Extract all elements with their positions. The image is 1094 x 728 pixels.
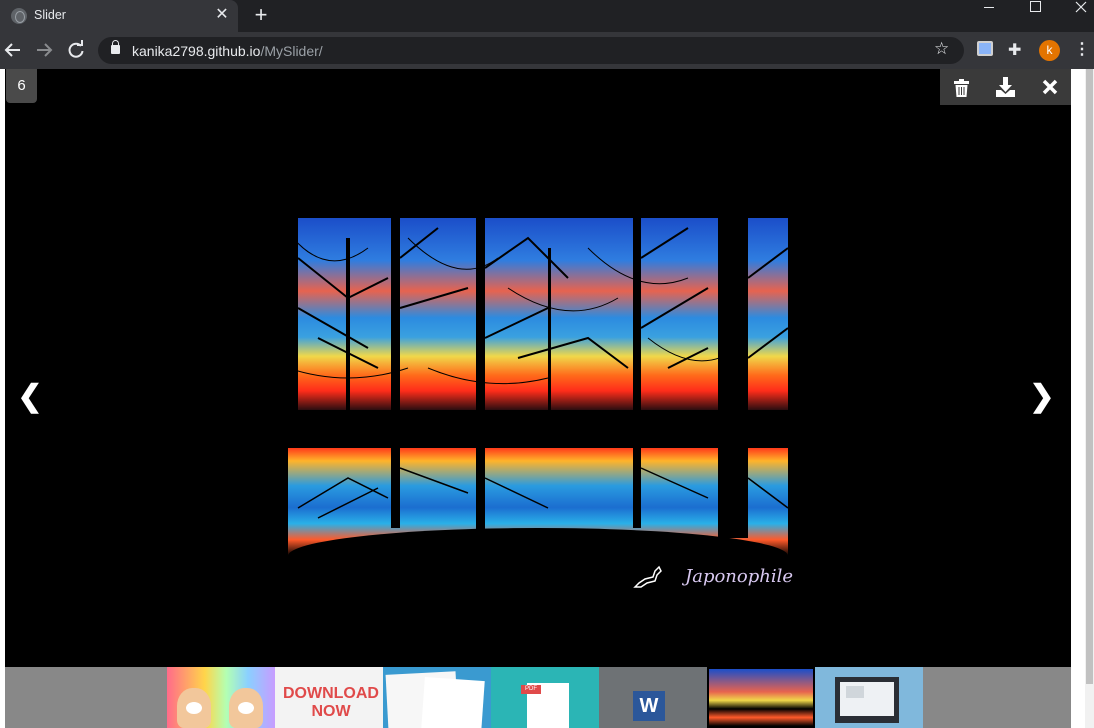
word-icon: W bbox=[633, 691, 665, 721]
thumbnail-word[interactable]: W bbox=[599, 667, 707, 728]
monitor-screen bbox=[840, 682, 894, 716]
slide-counter: 6 bbox=[6, 69, 37, 103]
thumbnail-hamsters[interactable] bbox=[167, 667, 275, 728]
tab-title: Slider bbox=[34, 8, 66, 22]
thumbnail-pdf[interactable]: PDF bbox=[491, 667, 599, 728]
thumbnail-video-monitor[interactable] bbox=[815, 667, 923, 728]
reload-icon bbox=[68, 40, 84, 58]
paper-sheet bbox=[421, 676, 485, 728]
minimize-button[interactable] bbox=[966, 0, 1012, 28]
star-icon[interactable]: ☆ bbox=[934, 39, 949, 59]
thumbnail-sunset-active[interactable] bbox=[707, 667, 815, 728]
arrow-right-icon bbox=[37, 43, 53, 57]
url-host: kanika2798.github.io bbox=[132, 43, 261, 59]
browser-toolbar: kanika2798.github.io/MySlider/ ☆ bbox=[0, 32, 1094, 69]
reload-button[interactable] bbox=[63, 37, 89, 63]
trash-icon bbox=[954, 79, 969, 97]
tab-slider[interactable]: Slider ✕ bbox=[0, 0, 238, 32]
back-button[interactable] bbox=[0, 37, 26, 63]
hamster-figure bbox=[177, 688, 211, 728]
screenshot-extension-icon[interactable] bbox=[977, 41, 993, 56]
next-slide-button[interactable]: ❯ bbox=[1027, 379, 1057, 415]
maximize-button[interactable] bbox=[1012, 0, 1058, 28]
browser-tabbar: Slider ✕ + bbox=[0, 0, 1094, 32]
slider-stage: 6 ❮ ❯ Japonophile bbox=[5, 69, 1071, 667]
globe-icon bbox=[11, 8, 27, 24]
tab-close-icon[interactable]: ✕ bbox=[214, 6, 230, 24]
browser-menu-icon[interactable]: ⋮ bbox=[1074, 40, 1090, 60]
close-viewer-button[interactable] bbox=[1028, 69, 1071, 105]
watermark-text: Japonophile bbox=[685, 566, 794, 587]
page-scrollbar[interactable] bbox=[1085, 69, 1094, 728]
japan-map-icon bbox=[633, 565, 662, 588]
window-close-button[interactable] bbox=[1058, 0, 1094, 28]
watermark: Japonophile bbox=[633, 563, 793, 593]
url-text: kanika2798.github.io/MySlider/ bbox=[132, 43, 323, 59]
thumbnail-documents[interactable] bbox=[383, 667, 491, 728]
close-icon bbox=[1042, 79, 1058, 95]
scrollbar-thumb[interactable] bbox=[1086, 69, 1093, 684]
viewer-actions bbox=[940, 69, 1071, 105]
profile-avatar[interactable]: k bbox=[1039, 40, 1060, 61]
download-button[interactable] bbox=[984, 69, 1027, 105]
delete-button[interactable] bbox=[940, 69, 983, 105]
arrow-left-icon bbox=[4, 43, 20, 57]
thumbnail-strip: DOWNLOAD NOW PDF W bbox=[5, 667, 1071, 728]
tree-silhouettes bbox=[288, 218, 788, 538]
page-content: 6 ❮ ❯ Japonophile DOWNLOAD NOW PDF W bbox=[0, 69, 1094, 728]
slide-image bbox=[288, 218, 788, 556]
forward-button[interactable] bbox=[31, 37, 57, 63]
download-icon bbox=[996, 77, 1015, 97]
pdf-label: PDF bbox=[521, 685, 541, 694]
thumbnail-download-now[interactable]: DOWNLOAD NOW bbox=[275, 667, 383, 728]
extensions-icon[interactable]: ✚ bbox=[1008, 40, 1021, 60]
download-now-text: DOWNLOAD NOW bbox=[283, 685, 379, 720]
previous-slide-button[interactable]: ❮ bbox=[15, 379, 45, 415]
close-icon bbox=[1075, 1, 1087, 13]
url-path: /MySlider/ bbox=[260, 43, 323, 59]
lock-icon bbox=[111, 40, 120, 54]
address-bar[interactable]: kanika2798.github.io/MySlider/ ☆ bbox=[98, 37, 964, 64]
hamster-figure bbox=[229, 688, 263, 728]
new-tab-button[interactable]: + bbox=[250, 3, 272, 27]
